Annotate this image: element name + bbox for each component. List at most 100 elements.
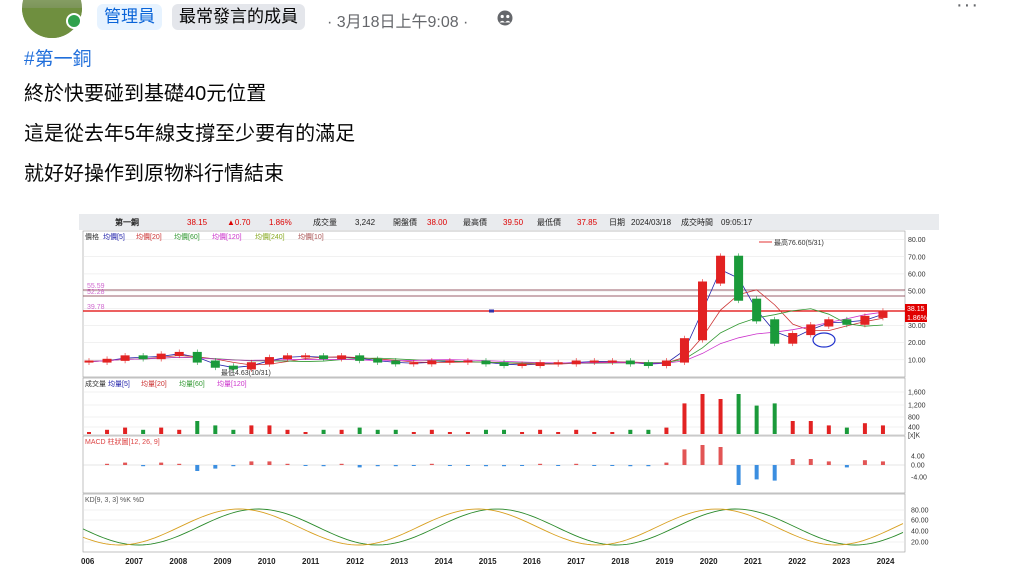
- volume-bar: [357, 427, 362, 434]
- candle: [625, 360, 635, 365]
- candle: [806, 324, 816, 336]
- macd-bar: [357, 465, 362, 468]
- volume-axis-label: [x]K: [908, 433, 920, 440]
- post-image-stock-chart[interactable]: 第一銅 38.15 ▲0.70 1.86% 成交量 3,242 開盤價 38.0…: [79, 214, 939, 570]
- volume-bar: [610, 432, 615, 434]
- macd-bar: [772, 465, 777, 481]
- macd-bar: [177, 463, 182, 465]
- macd-bar: [483, 465, 488, 467]
- volume-bar: [87, 432, 91, 434]
- macd-bar: [826, 461, 831, 465]
- candle: [788, 333, 798, 344]
- macd-bar: [303, 465, 308, 466]
- candle: [643, 362, 653, 367]
- macd-bar: [556, 465, 561, 466]
- volume-bar: [249, 425, 254, 434]
- volume-bar: [123, 427, 128, 434]
- candle: [770, 319, 780, 344]
- legend-volume-item: 均量[20]: [141, 379, 167, 388]
- volume-bar: [429, 429, 434, 434]
- macd-bar: [141, 465, 146, 467]
- volume-bar: [556, 432, 561, 434]
- legend-price-item: 價格: [85, 232, 99, 241]
- x-axis-year: 2007: [125, 557, 143, 566]
- quote-price: 38.15: [187, 218, 208, 227]
- macd-bar: [411, 465, 416, 466]
- top-contributor-badge[interactable]: 最常發言的成員: [172, 4, 305, 30]
- admin-badge[interactable]: 管理員: [97, 4, 162, 30]
- volume-bar: [826, 425, 831, 434]
- candle: [355, 355, 365, 361]
- annotation-low: 最低4.63(10/31): [221, 368, 271, 377]
- candle: [535, 362, 545, 367]
- volume-bar: [447, 432, 452, 434]
- macd-bar: [718, 447, 723, 465]
- volume-bar: [700, 394, 705, 434]
- candle: [589, 360, 599, 363]
- volume-bar: [177, 429, 182, 434]
- more-options-icon[interactable]: ···: [956, 0, 979, 17]
- volume-bar: [303, 432, 308, 434]
- macd-bar: [844, 465, 849, 468]
- x-axis-year: 006: [81, 557, 95, 566]
- last-pct-tag: 1.86%: [907, 315, 927, 322]
- volume-bar: [790, 421, 795, 434]
- macd-bar: [736, 465, 741, 485]
- price-axis-label: 60.00: [908, 271, 926, 278]
- macd-bar: [790, 459, 795, 465]
- x-axis-year: 2011: [302, 557, 320, 566]
- price-axis-label: 50.00: [908, 289, 926, 296]
- candle: [391, 360, 401, 365]
- price-axis-label: 20.00: [908, 340, 926, 347]
- privacy-group-icon[interactable]: [497, 10, 513, 26]
- quote-pct: 1.86%: [269, 218, 292, 227]
- candle: [264, 357, 274, 365]
- legend-volume-item: 成交量: [85, 379, 106, 388]
- macd-bar: [159, 462, 164, 465]
- candle: [661, 360, 671, 367]
- volume-bar: [772, 403, 777, 434]
- candle: [824, 319, 834, 327]
- legend-kd: KD[9, 3, 3] %K %D: [85, 497, 144, 504]
- candle: [301, 355, 311, 358]
- quote-change: ▲0.70: [227, 218, 251, 227]
- post-timestamp[interactable]: · 3月18日上午9:08 ·: [327, 8, 468, 32]
- macd-bar: [880, 461, 885, 465]
- macd-bar: [862, 460, 867, 465]
- quote-volume-label: 成交量: [313, 217, 337, 227]
- x-axis-year: 2012: [346, 557, 364, 566]
- candle: [337, 355, 347, 360]
- volume-bar: [105, 429, 110, 434]
- x-axis-year: 2019: [656, 557, 674, 566]
- macd-bar: [592, 465, 597, 466]
- volume-axis-label: 400: [908, 425, 920, 432]
- macd-bar: [538, 463, 543, 465]
- candle: [156, 353, 166, 360]
- candle: [445, 360, 455, 363]
- quote-date: 2024/03/18: [631, 218, 672, 227]
- volume-bar: [754, 405, 759, 434]
- candle: [517, 363, 527, 367]
- candle: [679, 338, 689, 363]
- price-axis-label: 80.00: [908, 237, 926, 244]
- kd-axis-label: 20.00: [911, 540, 929, 547]
- volume-bar: [195, 421, 200, 434]
- x-axis-year: 2008: [169, 557, 187, 566]
- hashtag-link[interactable]: #第一銅: [24, 46, 355, 74]
- legend-price-item: 均價[240]: [255, 232, 285, 241]
- x-axis-year: 2009: [214, 557, 232, 566]
- legend-volume-item: 均量[120]: [217, 379, 247, 388]
- x-axis-year: 2017: [567, 557, 585, 566]
- macd-bar: [447, 465, 452, 466]
- legend-macd: MACD 柱狀圖[12, 26, 9]: [85, 437, 160, 446]
- quote-high-label: 最高價: [463, 217, 487, 227]
- macd-bar: [249, 461, 254, 465]
- candle: [84, 360, 94, 363]
- quote-open: 38.00: [427, 218, 448, 227]
- x-axis-year: 2021: [744, 557, 762, 566]
- candle: [607, 360, 617, 363]
- volume-bar: [520, 432, 525, 434]
- macd-bar: [646, 465, 651, 467]
- candle: [192, 351, 202, 363]
- volume-bar: [880, 425, 885, 434]
